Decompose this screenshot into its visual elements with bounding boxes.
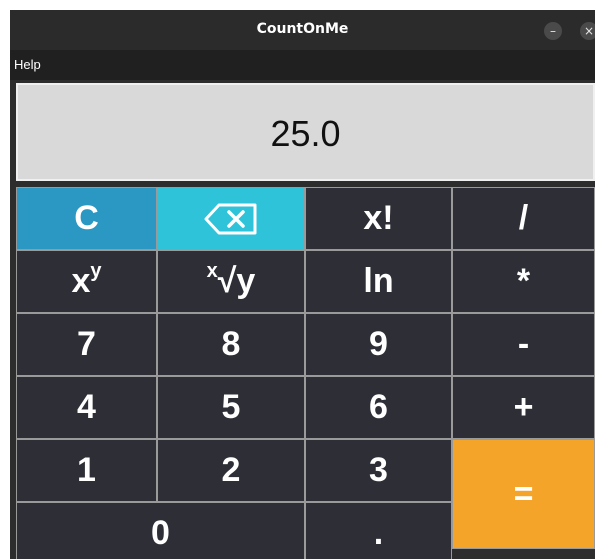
root-button[interactable]: x √y — [157, 250, 305, 313]
power-exponent: y — [90, 260, 102, 282]
digit-0-button[interactable]: 0 — [16, 502, 305, 559]
root-label: √y — [217, 262, 256, 300]
digit-9-button[interactable]: 9 — [305, 313, 452, 376]
plus-button[interactable]: + — [452, 376, 595, 439]
power-button[interactable]: xy — [16, 250, 157, 313]
keypad: C x! / xy x √y ln * 7 8 9 - 4 5 6 + 1 2 … — [16, 187, 595, 559]
digit-4-button[interactable]: 4 — [16, 376, 157, 439]
display-panel: 25.0 — [16, 83, 595, 181]
display-value: 25.0 — [270, 113, 341, 154]
title-bar[interactable]: CountOnMe – × — [10, 10, 595, 50]
digit-2-button[interactable]: 2 — [157, 439, 305, 502]
decimal-button[interactable]: . — [305, 502, 452, 559]
digit-3-button[interactable]: 3 — [305, 439, 452, 502]
factorial-button[interactable]: x! — [305, 187, 452, 250]
ln-button[interactable]: ln — [305, 250, 452, 313]
backspace-icon — [203, 203, 259, 235]
digit-5-button[interactable]: 5 — [157, 376, 305, 439]
backspace-button[interactable] — [157, 187, 305, 250]
digit-8-button[interactable]: 8 — [157, 313, 305, 376]
divide-button[interactable]: / — [452, 187, 595, 250]
root-index: x — [206, 260, 218, 282]
minimize-button[interactable]: – — [544, 22, 562, 40]
digit-7-button[interactable]: 7 — [16, 313, 157, 376]
menu-help[interactable]: Help — [14, 57, 41, 72]
power-base: x — [71, 262, 91, 300]
digit-1-button[interactable]: 1 — [16, 439, 157, 502]
calculator-window: CountOnMe – × Help 25.0 C x! / xy x √y ln — [10, 10, 595, 559]
menu-bar: Help — [10, 50, 595, 80]
window-title: CountOnMe — [256, 21, 349, 37]
clear-button[interactable]: C — [16, 187, 157, 250]
equals-button[interactable]: = — [452, 439, 595, 549]
minus-button[interactable]: - — [452, 313, 595, 376]
digit-6-button[interactable]: 6 — [305, 376, 452, 439]
close-button[interactable]: × — [580, 22, 595, 40]
multiply-button[interactable]: * — [452, 250, 595, 313]
